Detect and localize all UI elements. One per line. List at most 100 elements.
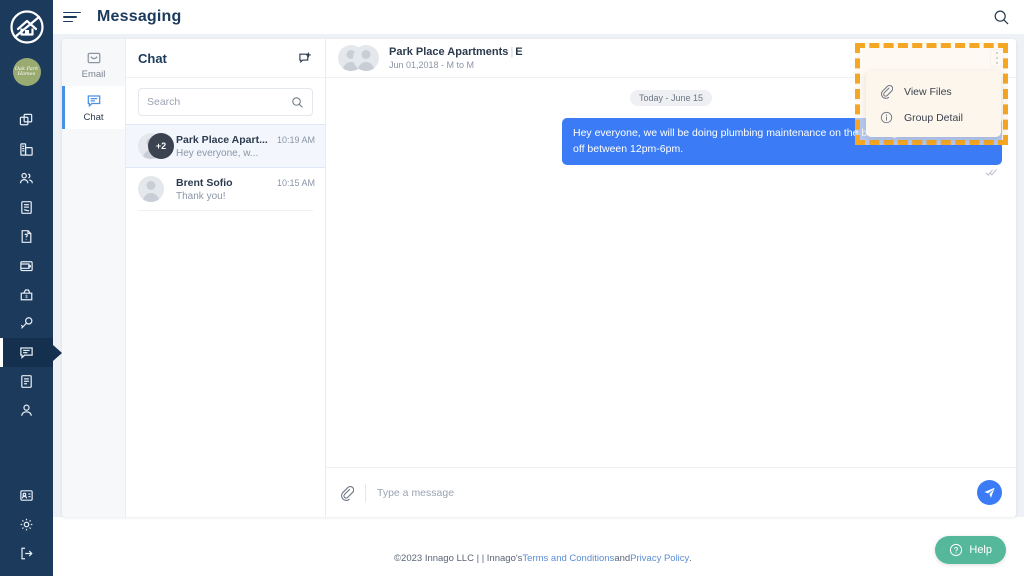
sidebar-item-applications[interactable]: [0, 222, 53, 251]
tab-chat-label: Chat: [83, 112, 103, 123]
help-button[interactable]: Help: [935, 536, 1006, 564]
list-item-time: 10:19 AM: [277, 135, 315, 145]
message-type-tabs: Email Chat: [62, 39, 126, 517]
sidebar-item-settings[interactable]: [0, 510, 53, 539]
wallet-icon: [19, 258, 34, 273]
page-title: Messaging: [97, 8, 182, 26]
sidebar-item-tenants[interactable]: [0, 164, 53, 193]
id-card-icon: [19, 488, 34, 503]
list-item[interactable]: Brent Sofio 10:15 AM Thank you!: [126, 168, 325, 210]
send-paper-plane-icon: [983, 486, 996, 499]
list-item-name: Park Place Apart...: [176, 134, 268, 146]
list-item-text: Brent Sofio 10:15 AM Thank you!: [176, 177, 315, 202]
chat-list-column: Chat: [126, 39, 326, 517]
building-icon: [19, 142, 34, 157]
sidebar-item-messaging[interactable]: [0, 338, 53, 367]
left-nav-rail: Oak Park Homes: [0, 0, 53, 576]
list-item-time: 10:15 AM: [277, 178, 315, 188]
hamburger-icon[interactable]: [63, 12, 83, 23]
file-question-icon: [19, 229, 34, 244]
privacy-link[interactable]: Privacy Policy: [630, 553, 689, 564]
footer-and: and: [614, 553, 630, 564]
menu-item-view-files[interactable]: View Files: [866, 78, 1001, 105]
avatar: [138, 176, 164, 202]
avatar: [353, 45, 379, 71]
wrench-icon: [19, 316, 34, 331]
question-circle-icon: [949, 543, 963, 557]
sidebar-item-reports[interactable]: [0, 367, 53, 396]
new-chat-icon[interactable]: [298, 51, 313, 66]
account-avatar[interactable]: Oak Park Homes: [13, 58, 41, 86]
kebab-menu-icon[interactable]: [990, 49, 1004, 67]
account-avatar-text: Oak Park Homes: [13, 67, 41, 78]
gear-icon: [19, 517, 34, 532]
chat-icon: [19, 345, 34, 360]
footer-period: .: [689, 553, 692, 564]
sidebar-item-properties[interactable]: [0, 106, 53, 135]
person-icon: [19, 403, 34, 418]
messaging-app: Oak Park Homes: [0, 0, 1024, 576]
sidebar-item-units[interactable]: [0, 135, 53, 164]
innago-house-logo[interactable]: [5, 5, 49, 49]
search-input[interactable]: [147, 96, 285, 108]
copy-icon: [19, 113, 34, 128]
menu-item-view-files-label: View Files: [904, 86, 952, 98]
composer-divider: [365, 484, 366, 502]
sidebar-item-contacts[interactable]: [0, 481, 53, 510]
footer-copyright: ©2023 Innago LLC | | Innago's: [394, 553, 522, 564]
terms-link[interactable]: Terms and Conditions: [522, 553, 614, 564]
logout-icon: [19, 546, 34, 561]
sidebar-item-leases[interactable]: [0, 193, 53, 222]
list-divider: [138, 210, 313, 211]
report-icon: [19, 374, 34, 389]
search-icon[interactable]: [993, 9, 1010, 26]
rail-bottom-items: [0, 481, 53, 568]
list-item-text: Park Place Apart... 10:19 AM Hey everyon…: [176, 134, 315, 159]
sidebar-item-logout[interactable]: [0, 539, 53, 568]
search-icon: [291, 96, 304, 109]
conversation-options-menu[interactable]: View Files Group Detail: [866, 71, 1001, 137]
tab-chat[interactable]: Chat: [62, 86, 125, 129]
conversation-title-suffix: E: [515, 46, 522, 58]
chat-search-box[interactable]: [138, 88, 313, 116]
paperclip-icon: [880, 84, 893, 99]
message-input[interactable]: [377, 487, 966, 499]
chat-list-title: Chat: [138, 51, 167, 66]
paperclip-icon[interactable]: [340, 485, 354, 501]
conversation-title: Park Place Apartments|E: [389, 46, 523, 58]
chat-bubble-icon: [86, 93, 102, 109]
envelope-icon: [86, 50, 102, 66]
tab-email[interactable]: Email: [62, 43, 125, 86]
list-item-preview: Hey everyone, w...: [176, 148, 315, 159]
chat-search-wrapper: [126, 78, 325, 124]
sidebar-item-payments[interactable]: [0, 251, 53, 280]
conversation-avatars: [338, 45, 380, 71]
lease-document-icon: [19, 200, 34, 215]
sidebar-item-profile[interactable]: [0, 396, 53, 425]
conversation-title-block: Park Place Apartments|E Jun 01,2018 - M …: [389, 46, 523, 70]
info-circle-icon: [880, 111, 893, 124]
conversation-subtitle: Jun 01,2018 - M to M: [389, 60, 523, 70]
message-composer: [326, 467, 1016, 517]
help-button-label: Help: [969, 544, 992, 556]
conversation-title-main: Park Place Apartments: [389, 46, 508, 58]
list-item-preview: Thank you!: [176, 191, 315, 202]
money-box-icon: $: [19, 287, 34, 302]
list-item[interactable]: +2 Park Place Apart... 10:19 AM Hey ever…: [126, 124, 325, 168]
day-separator-label: Today - June 15: [630, 90, 712, 106]
menu-item-group-detail[interactable]: Group Detail: [866, 105, 1001, 130]
avatar-group: [138, 176, 168, 202]
menu-item-group-detail-label: Group Detail: [904, 112, 963, 124]
sidebar-item-maintenance[interactable]: [0, 309, 53, 338]
svg-text:$: $: [25, 294, 28, 299]
sidebar-item-expenses[interactable]: $: [0, 280, 53, 309]
send-button[interactable]: [977, 480, 1002, 505]
top-bar: Messaging: [53, 0, 1024, 34]
rail-item-list: $: [0, 106, 53, 425]
avatar-group: +2: [138, 133, 168, 159]
tab-email-label: Email: [82, 69, 106, 80]
chat-list-header: Chat: [126, 39, 325, 78]
avatar-count-badge: +2: [148, 133, 174, 159]
list-item-name: Brent Sofio: [176, 177, 233, 189]
double-check-icon: [340, 168, 1002, 177]
